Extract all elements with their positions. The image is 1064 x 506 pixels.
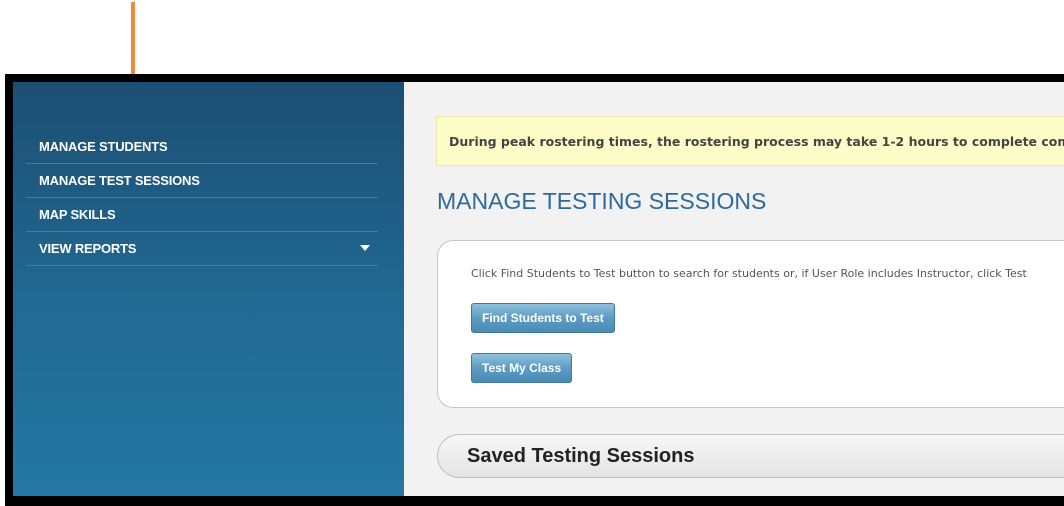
sidebar: MANAGE STUDENTS MANAGE TEST SESSIONS MAP… bbox=[13, 82, 404, 496]
sidebar-item-label: VIEW REPORTS bbox=[39, 241, 137, 256]
main-content: During peak rostering times, the rosteri… bbox=[404, 82, 1064, 496]
sidebar-item-label: MAP SKILLS bbox=[39, 207, 116, 222]
caret-down-icon[interactable] bbox=[360, 245, 370, 251]
testing-sessions-card: Click Find Students to Test button to se… bbox=[437, 240, 1064, 408]
saved-sessions-title: Saved Testing Sessions bbox=[467, 445, 695, 467]
sidebar-item-manage-test-sessions[interactable]: MANAGE TEST SESSIONS bbox=[26, 164, 378, 198]
test-my-class-button[interactable]: Test My Class bbox=[471, 353, 573, 383]
rostering-notice: During peak rostering times, the rosteri… bbox=[436, 116, 1064, 166]
screenshot-frame: MANAGE STUDENTS MANAGE TEST SESSIONS MAP… bbox=[5, 74, 1064, 506]
find-students-button[interactable]: Find Students to Test bbox=[471, 303, 615, 333]
screenshot-canvas: MANAGE STUDENTS MANAGE TEST SESSIONS MAP… bbox=[0, 0, 1064, 506]
sidebar-item-manage-students[interactable]: MANAGE STUDENTS bbox=[26, 130, 378, 164]
app-window: MANAGE STUDENTS MANAGE TEST SESSIONS MAP… bbox=[13, 82, 1064, 496]
sidebar-nav: MANAGE STUDENTS MANAGE TEST SESSIONS MAP… bbox=[26, 130, 378, 266]
sidebar-item-map-skills[interactable]: MAP SKILLS bbox=[26, 198, 378, 232]
sidebar-item-label: MANAGE TEST SESSIONS bbox=[39, 173, 200, 188]
saved-sessions-panel[interactable]: Saved Testing Sessions bbox=[437, 434, 1064, 478]
card-instructions: Click Find Students to Test button to se… bbox=[471, 267, 1027, 280]
sidebar-item-label: MANAGE STUDENTS bbox=[39, 139, 168, 154]
page-title: MANAGE TESTING SESSIONS bbox=[437, 188, 767, 214]
sidebar-item-view-reports[interactable]: VIEW REPORTS bbox=[26, 232, 378, 266]
